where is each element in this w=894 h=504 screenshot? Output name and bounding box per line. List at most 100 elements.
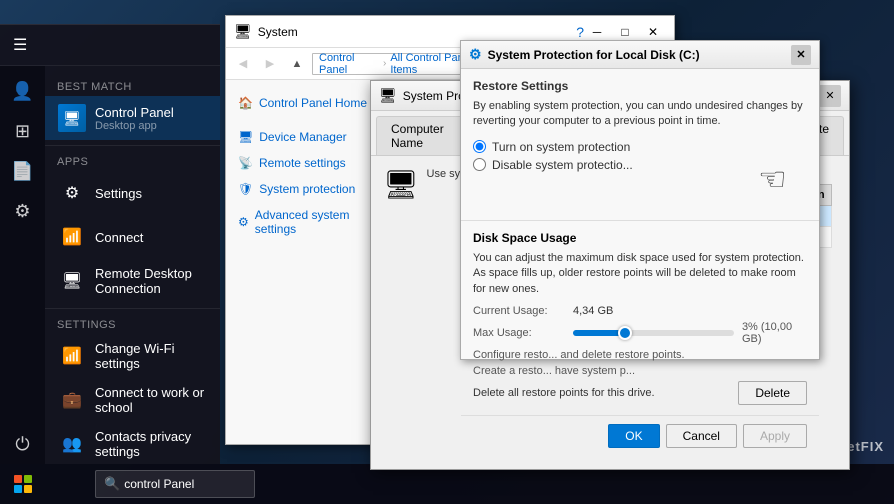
best-match-label: Best match: [45, 76, 220, 96]
current-usage-label: Current Usage:: [473, 305, 573, 317]
cp-sidebar: 🏠 Control Panel Home 🖥 Device Manager 📡 …: [226, 80, 386, 444]
up-button[interactable]: ▲: [285, 52, 309, 76]
taskbar-search-input[interactable]: [124, 477, 244, 491]
cursor-hand-icon: ☞: [758, 160, 787, 198]
cp-help-icon[interactable]: ?: [576, 24, 584, 40]
taskbar: 🔍: [0, 464, 894, 504]
restore-settings-panel: ⚙ System Protection for Local Disk (C:) …: [460, 40, 820, 360]
start-item-remote-desktop[interactable]: 🖥 Remote Desktop Connection: [45, 259, 220, 303]
max-usage-pct: 3% (10,00 GB): [742, 321, 807, 345]
taskbar-search-box[interactable]: 🔍: [95, 470, 255, 498]
remote-icon: 📡: [238, 156, 253, 170]
device-manager-icon: 🖥: [238, 130, 253, 144]
taskbar-search-icon: 🔍: [104, 476, 120, 492]
max-usage-slider[interactable]: [573, 330, 734, 336]
disk-space-section: Disk Space Usage You can adjust the maxi…: [461, 220, 819, 415]
sidebar-settings-icon[interactable]: ⚙: [0, 191, 45, 231]
start-button[interactable]: [0, 464, 45, 504]
hamburger-icon[interactable]: ☰: [8, 30, 32, 60]
radio-disable[interactable]: Disable system protectio...: [473, 158, 807, 172]
sys-props-close[interactable]: ✕: [819, 85, 841, 107]
start-sidebar: 👤 ⊞ 📄 ⚙ ⏻: [0, 66, 45, 464]
delete-desc: Delete all restore points for this drive…: [473, 387, 655, 399]
slider-thumb[interactable]: [618, 326, 632, 340]
remote-desktop-icon: 🖥: [57, 266, 87, 296]
start-item-wifi[interactable]: 📶 Change Wi-Fi settings: [45, 334, 220, 378]
sidebar-power-icon[interactable]: ⏻: [0, 424, 45, 464]
cp-nav-remote[interactable]: 📡 Remote settings: [226, 150, 385, 176]
sidebar-grid-icon[interactable]: ⊞: [0, 111, 45, 151]
start-item-connect[interactable]: 📶 Connect: [45, 215, 220, 259]
radio-on-input[interactable]: [473, 140, 486, 153]
forward-button[interactable]: ▶: [258, 52, 282, 76]
radio-on-label: Turn on system protection: [492, 140, 630, 154]
cp-nav-device-manager[interactable]: 🖥 Device Manager: [226, 124, 385, 150]
addr-control-panel[interactable]: Control Panel: [319, 52, 379, 76]
cp-item-sublabel: Desktop app: [95, 120, 174, 132]
advanced-icon: ⚙: [238, 215, 249, 229]
control-panel-icon: 🖥: [57, 103, 87, 133]
sidebar-docs-icon[interactable]: 📄: [0, 151, 45, 191]
cp-nav-home[interactable]: 🏠 Control Panel Home: [226, 90, 385, 116]
current-usage-row: Current Usage: 4,34 GB: [473, 305, 807, 317]
restore-radio-group: Turn on system protection Disable system…: [473, 140, 807, 172]
disk-space-desc: You can adjust the maximum disk space us…: [473, 251, 807, 297]
connect-label: Connect: [95, 230, 143, 245]
settings-section-label: Settings: [45, 314, 220, 334]
start-item-control-panel[interactable]: 🖥 Control Panel Desktop app: [45, 96, 220, 140]
sm-divider-2: [45, 308, 220, 309]
apply-button[interactable]: Apply: [743, 424, 807, 448]
delete-button[interactable]: Delete: [738, 381, 807, 405]
restore-close-button[interactable]: ✕: [791, 45, 811, 65]
desktop: ☰ 👤 ⊞ 📄 ⚙ ⏻ Best match 🖥: [0, 0, 894, 504]
protection-main-icon: 🖥: [383, 168, 419, 201]
sidebar-user-icon[interactable]: 👤: [0, 71, 45, 111]
start-main-area: Best match 🖥 Control Panel Desktop app A…: [45, 66, 220, 464]
configure-link: Configure resto... and delete restore po…: [473, 349, 807, 361]
restore-content: Restore Settings By enabling system prot…: [461, 69, 819, 220]
wifi-label: Change Wi-Fi settings: [95, 341, 208, 371]
current-usage-value: 4,34 GB: [573, 305, 613, 317]
back-button[interactable]: ◀: [231, 52, 255, 76]
settings-icon: ⚙: [57, 178, 87, 208]
apps-label: Apps: [45, 151, 220, 171]
start-item-settings[interactable]: ⚙ Settings: [45, 171, 220, 215]
contacts-label: Contacts privacy settings: [95, 429, 208, 459]
restore-panel-title: System Protection for Local Disk (C:): [488, 48, 700, 62]
settings-label: Settings: [95, 186, 142, 201]
cursor-area: ☞: [473, 180, 807, 210]
start-item-contacts[interactable]: 👥 Contacts privacy settings: [45, 422, 220, 464]
windows-logo-icon: [14, 475, 32, 493]
cp-title-icon: 🖥: [234, 23, 252, 40]
radio-off-input[interactable]: [473, 158, 486, 171]
max-usage-label: Max Usage:: [473, 327, 573, 339]
sys-props-icon: 🖥: [379, 87, 397, 104]
restore-panel-header: ⚙ System Protection for Local Disk (C:) …: [461, 41, 819, 69]
remote-desktop-label: Remote Desktop Connection: [95, 266, 208, 296]
sm-divider-1: [45, 145, 220, 146]
connect-icon: 📶: [57, 222, 87, 252]
radio-turn-on[interactable]: Turn on system protection: [473, 140, 807, 154]
ok-button[interactable]: OK: [608, 424, 659, 448]
disk-space-title: Disk Space Usage: [473, 231, 807, 245]
cp-nav-advanced[interactable]: ⚙ Advanced system settings: [226, 202, 385, 242]
restore-settings-title: Restore Settings: [473, 79, 807, 93]
contacts-icon: 👥: [57, 429, 87, 459]
restore-dialog-footer: OK Cancel Apply: [461, 415, 819, 456]
cancel-button[interactable]: Cancel: [666, 424, 737, 448]
restore-description: By enabling system protection, you can u…: [473, 99, 807, 130]
slider-fill: [573, 330, 621, 336]
start-item-work[interactable]: 💼 Connect to work or school: [45, 378, 220, 422]
create-link: Create a resto... have system p...: [473, 365, 807, 377]
home-icon: 🏠: [238, 96, 253, 110]
work-label: Connect to work or school: [95, 385, 208, 415]
cp-nav-system-protection[interactable]: 🛡 System protection: [226, 176, 385, 202]
work-icon: 💼: [57, 385, 87, 415]
start-menu: ☰ 👤 ⊞ 📄 ⚙ ⏻ Best match 🖥: [0, 24, 220, 464]
max-usage-row: Max Usage: 3% (10,00 GB): [473, 321, 807, 345]
wifi-icon: 📶: [57, 341, 87, 371]
radio-off-label: Disable system protectio...: [492, 158, 633, 172]
cp-item-label: Control Panel: [95, 105, 174, 120]
cp-title-text: System: [258, 25, 576, 39]
protection-icon: 🛡: [238, 182, 253, 196]
